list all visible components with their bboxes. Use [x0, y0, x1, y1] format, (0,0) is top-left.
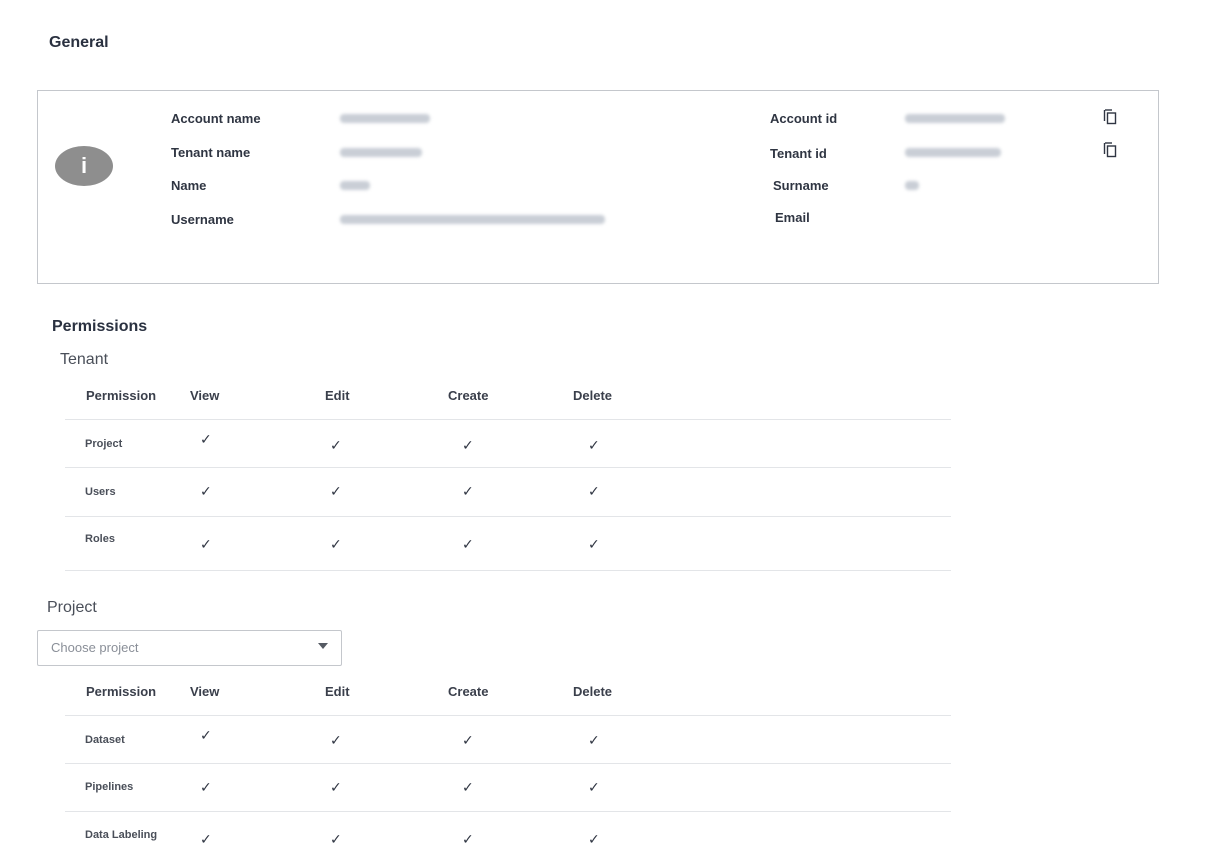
tenant-row-divider — [65, 516, 951, 517]
check-icon: ✓ — [462, 831, 474, 847]
tenant-table-bottom-divider — [65, 570, 951, 571]
check-icon: ✓ — [462, 779, 474, 795]
check-icon: ✓ — [588, 732, 600, 748]
check-icon: ✓ — [330, 437, 342, 453]
tenant-row-users-label: Users — [85, 486, 116, 498]
copy-tenant-id-icon[interactable] — [1103, 142, 1117, 158]
check-icon: ✓ — [588, 779, 600, 795]
surname-label: Surname — [773, 178, 829, 193]
project-row-divider — [65, 811, 951, 812]
tenant-row-divider — [65, 467, 951, 468]
username-value-redacted — [340, 215, 605, 224]
check-icon: ✓ — [588, 437, 600, 453]
check-icon: ✓ — [200, 536, 212, 552]
check-icon: ✓ — [200, 779, 212, 795]
tenant-name-label: Tenant name — [171, 145, 251, 160]
tenant-id-label: Tenant id — [770, 146, 827, 161]
account-name-label: Account name — [171, 111, 261, 126]
account-id-label: Account id — [770, 111, 838, 126]
tenant-col-permission: Permission — [86, 388, 157, 403]
email-label: Email — [775, 210, 810, 225]
section-title-general: General — [49, 34, 109, 51]
account-name-value-redacted — [340, 114, 430, 123]
project-row-dataset-label: Dataset — [85, 734, 125, 746]
check-icon: ✓ — [200, 431, 212, 447]
project-col-view: View — [190, 684, 220, 699]
project-subheading: Project — [47, 599, 97, 616]
copy-account-id-icon[interactable] — [1103, 109, 1117, 125]
account-id-value-redacted — [905, 114, 1005, 123]
project-row-pipelines-label: Pipelines — [85, 781, 134, 793]
check-icon: ✓ — [330, 536, 342, 552]
caret-down-icon — [318, 643, 328, 649]
name-label: Name — [171, 178, 207, 193]
check-icon: ✓ — [330, 483, 342, 499]
tenant-col-create: Create — [448, 388, 489, 403]
check-icon: ✓ — [588, 536, 600, 552]
project-header-divider — [65, 715, 951, 716]
check-icon: ✓ — [462, 437, 474, 453]
tenant-row-project-label: Project — [85, 438, 123, 450]
check-icon: ✓ — [588, 831, 600, 847]
project-col-create: Create — [448, 684, 489, 699]
choose-project-placeholder: Choose project — [51, 640, 139, 655]
tenant-header-divider — [65, 419, 951, 420]
check-icon: ✓ — [462, 536, 474, 552]
check-icon: ✓ — [588, 483, 600, 499]
surname-value-redacted — [905, 181, 919, 190]
tenant-subheading: Tenant — [60, 351, 109, 368]
project-row-divider — [65, 763, 951, 764]
project-col-edit: Edit — [325, 684, 350, 699]
project-row-data-labeling-label: Data Labeling — [85, 829, 158, 841]
section-title-permissions: Permissions — [52, 318, 148, 335]
tenant-name-value-redacted — [340, 148, 422, 157]
project-col-permission: Permission — [86, 684, 157, 699]
project-col-delete: Delete — [573, 684, 613, 699]
username-label: Username — [171, 212, 234, 227]
info-icon: i — [55, 146, 113, 186]
choose-project-select[interactable]: Choose project — [37, 630, 342, 666]
tenant-col-delete: Delete — [573, 388, 613, 403]
tenant-col-edit: Edit — [325, 388, 350, 403]
check-icon: ✓ — [200, 483, 212, 499]
check-icon: ✓ — [200, 727, 212, 743]
tenant-col-view: View — [190, 388, 220, 403]
check-icon: ✓ — [330, 831, 342, 847]
check-icon: ✓ — [462, 732, 474, 748]
tenant-id-value-redacted — [905, 148, 1001, 157]
tenant-row-roles-label: Roles — [85, 533, 115, 545]
check-icon: ✓ — [200, 831, 212, 847]
check-icon: ✓ — [330, 779, 342, 795]
name-value-redacted — [340, 181, 370, 190]
check-icon: ✓ — [330, 732, 342, 748]
check-icon: ✓ — [462, 483, 474, 499]
